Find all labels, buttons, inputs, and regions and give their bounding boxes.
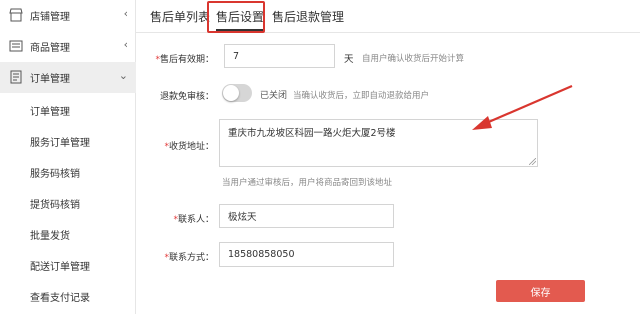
address-label: *收货地址： [150, 139, 214, 152]
phone-label-text: 联系方式： [168, 253, 214, 263]
validity-unit: 天 [344, 54, 354, 65]
sidebar-subitem-label: 查看支付记录 [30, 292, 90, 304]
address-label-text: 收货地址： [168, 142, 214, 152]
sidebar-subitem-label: 服务订单管理 [30, 137, 90, 149]
tab-aftersale-list[interactable]: 售后单列表 [150, 8, 210, 25]
annotation-arrow-icon [472, 84, 573, 130]
auto-review-state: 已关闭 [260, 91, 288, 101]
contact-label-text: 联系人： [177, 215, 214, 225]
sidebar-subitem-service-orders[interactable]: 服务订单管理 [0, 126, 136, 156]
address-hint: 当用户通过审核后，用户将商品寄回到该地址 [222, 178, 393, 188]
chevron-down-icon: ⌄ [118, 69, 128, 82]
tab-refund-management[interactable]: 售后退款管理 [272, 8, 344, 25]
auto-review-toggle[interactable] [222, 84, 252, 102]
validity-hint: 自用户确认收货后开始计算 [362, 54, 465, 64]
phone-input[interactable]: 18580858050 [219, 242, 394, 267]
store-icon [9, 8, 23, 22]
sidebar-subitem-batch-ship[interactable]: 批量发货 [0, 219, 136, 249]
auto-review-hint: 当确认收货后，立即自动退款给用户 [293, 91, 430, 101]
validity-label-text: 售后有效期： [159, 55, 214, 65]
sidebar-subitem-payment-records[interactable]: 查看支付记录 [0, 281, 136, 311]
sidebar-subitem-label: 订单管理 [30, 106, 70, 118]
sidebar: 店铺管理 ‹ 商品管理 ‹ 订单管理 ⌄ 订单管理 服务订单管理 服务码核销 提… [0, 0, 136, 314]
address-value: 重庆市九龙坡区科园一路火炬大厦2号楼 [228, 128, 396, 139]
sidebar-subitem-label: 配送订单管理 [30, 261, 90, 273]
sidebar-subitem-label: 服务码核销 [30, 168, 80, 180]
phone-label: *联系方式： [150, 250, 214, 263]
tab-highlight-box [207, 1, 265, 33]
sidebar-subitem-label: 批量发货 [30, 230, 70, 242]
resize-grip-icon[interactable] [529, 158, 536, 165]
sidebar-subitem-delivery-orders[interactable]: 配送订单管理 [0, 250, 136, 280]
toggle-knob [223, 85, 239, 101]
sidebar-item-label: 商品管理 [30, 43, 70, 54]
sidebar-item-orders[interactable]: 订单管理 ⌄ [0, 62, 136, 93]
product-list-icon [9, 40, 23, 52]
sidebar-item-label: 订单管理 [30, 74, 70, 85]
validity-label: *售后有效期： [150, 52, 214, 65]
auto-review-label: 退款免审核： [159, 92, 214, 102]
order-document-icon [10, 70, 22, 84]
contact-name-input[interactable]: 极炫天 [219, 204, 394, 228]
contact-label: *联系人： [150, 212, 214, 225]
sidebar-subitem-order-management[interactable]: 订单管理 [0, 95, 136, 125]
sidebar-subitem-service-code[interactable]: 服务码核销 [0, 157, 136, 187]
chevron-left-icon: ‹ [123, 7, 128, 20]
sidebar-subitem-label: 提货码核销 [30, 199, 80, 211]
sidebar-subitem-pickup-code[interactable]: 提货码核销 [0, 188, 136, 218]
save-button[interactable]: 保存 [496, 280, 585, 302]
sidebar-item-label: 店铺管理 [30, 12, 70, 23]
sidebar-item-products[interactable]: 商品管理 ‹ [0, 31, 136, 62]
chevron-left-icon: ‹ [123, 38, 128, 51]
validity-days-input[interactable]: 7 [224, 44, 335, 68]
sidebar-item-store[interactable]: 店铺管理 ‹ [0, 0, 136, 31]
